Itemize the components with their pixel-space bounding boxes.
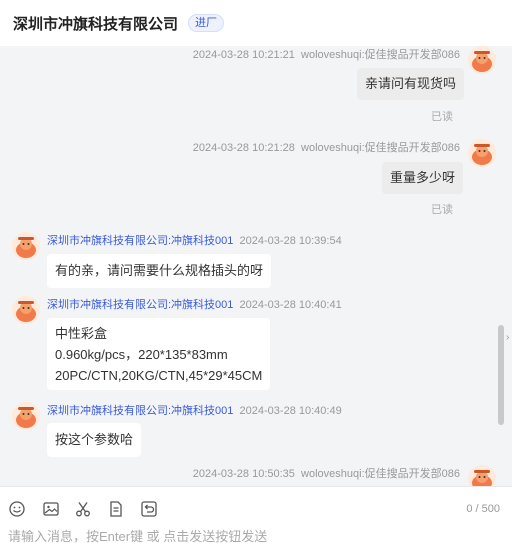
message-bubble[interactable]: 按这个参数哈 [47,423,142,457]
read-status: 已读 [431,111,453,123]
message-bubble[interactable]: 中性彩盒 0.960kg/pcs，220*135*83mm 20PC/CTN,2… [47,318,271,390]
avatar[interactable] [468,465,496,486]
message-meta: 深圳市冲旗科技有限公司:冲旗科技001 2024-03-28 10:39:54 [47,232,342,248]
chat-scrollbar[interactable] [498,325,504,425]
avatar[interactable] [468,46,496,74]
message-meta: 2024-03-28 10:21:28 woloveshuqi:促佳搜品开发部0… [193,139,460,155]
message-bubble[interactable]: 有的亲，请问需要什么规格插头的呀 [47,254,272,288]
scissors-icon[interactable] [74,500,92,518]
enter-factory-badge[interactable]: 进厂 [188,14,225,32]
chevron-right-icon[interactable]: › [506,332,509,343]
message-meta: 深圳市冲旗科技有限公司:冲旗科技001 2024-03-28 10:40:49 [47,402,342,418]
message-bubble[interactable]: 亲请问有现货吗 [357,68,465,100]
message-sender: woloveshuqi:促佳搜品开发部086 [301,49,460,61]
message-sender: 深圳市冲旗科技有限公司:冲旗科技001 [47,405,234,417]
message-sender: 深圳市冲旗科技有限公司:冲旗科技001 [47,235,234,247]
message-bubble[interactable]: 重量多少呀 [382,162,464,194]
order-icon[interactable] [107,500,125,518]
company-title: 深圳市冲旗科技有限公司 [13,15,179,33]
message-sender: woloveshuqi:促佳搜品开发部086 [301,468,460,480]
read-status: 已读 [431,204,453,216]
message-time: 2024-03-28 10:40:41 [239,299,342,311]
cartoon-avatar-icon [12,232,40,260]
recall-icon[interactable] [140,500,158,518]
cartoon-avatar-icon [468,139,496,167]
message-sender: 深圳市冲旗科技有限公司:冲旗科技001 [47,299,234,311]
cartoon-avatar-icon [468,465,496,486]
message-meta: 2024-03-28 10:21:21 woloveshuqi:促佳搜品开发部0… [193,46,460,62]
message-time: 2024-03-28 10:21:28 [192,142,295,154]
message-meta: 2024-03-28 10:50:35 woloveshuqi:促佳搜品开发部0… [193,465,460,481]
emoji-icon[interactable] [8,500,26,518]
image-icon[interactable] [42,500,60,518]
message-sender: woloveshuqi:促佳搜品开发部086 [301,142,460,154]
cartoon-avatar-icon [468,46,496,74]
char-counter: 0 / 500 [466,503,500,515]
composer: 0 / 500 [0,486,512,543]
cartoon-avatar-icon [12,296,40,324]
avatar[interactable] [468,139,496,167]
avatar[interactable] [12,402,40,430]
message-time: 2024-03-28 10:39:54 [239,235,342,247]
message-input[interactable] [8,527,488,543]
message-time: 2024-03-28 10:50:35 [192,468,295,480]
message-list[interactable]: 2024-03-28 10:21:21 woloveshuqi:促佳搜品开发部0… [0,46,512,486]
message-time: 2024-03-28 10:40:49 [239,405,342,417]
chat-header: 深圳市冲旗科技有限公司 进厂 [0,0,512,46]
message-meta: 深圳市冲旗科技有限公司:冲旗科技001 2024-03-28 10:40:41 [47,296,342,312]
cartoon-avatar-icon [12,402,40,430]
avatar[interactable] [12,232,40,260]
message-time: 2024-03-28 10:21:21 [192,49,295,61]
avatar[interactable] [12,296,40,324]
